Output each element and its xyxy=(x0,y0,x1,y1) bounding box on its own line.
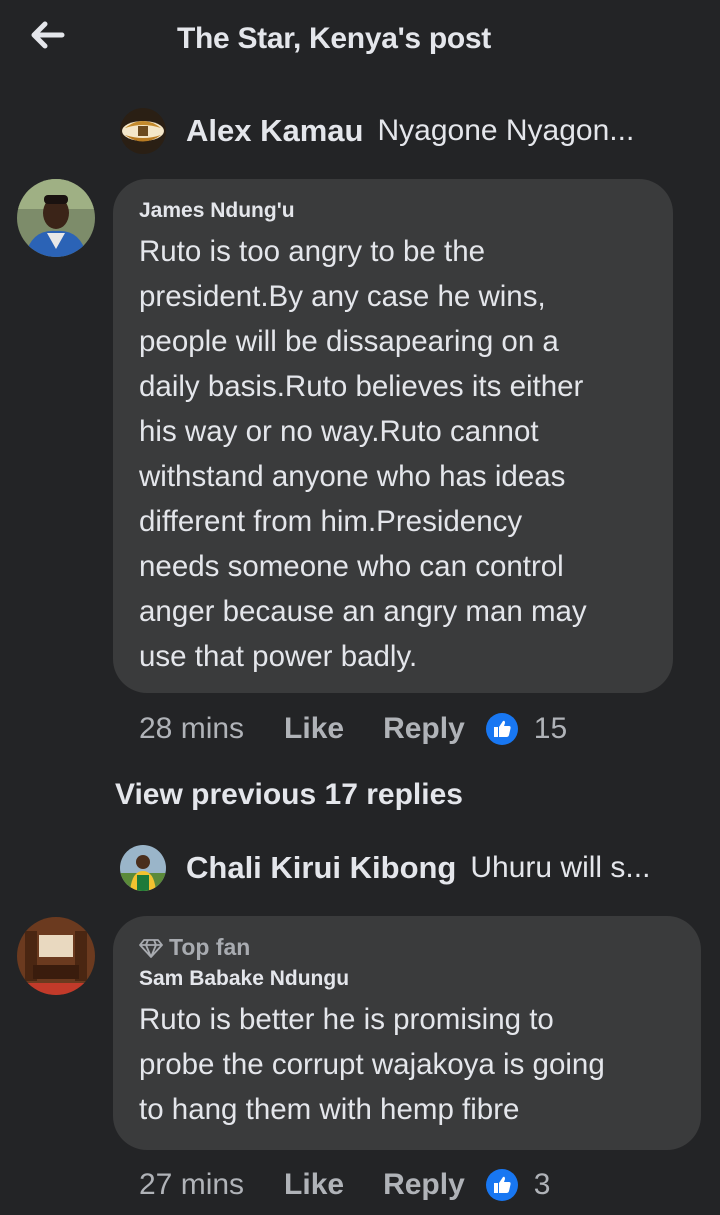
like-button[interactable]: Like xyxy=(284,1168,344,1202)
comment-timestamp[interactable]: 27 mins xyxy=(139,1168,244,1202)
comment-line: Ruto is too angry to be the xyxy=(139,235,486,268)
reply-button[interactable]: Reply xyxy=(383,1168,465,1202)
comment-line: use that power badly. xyxy=(139,640,418,673)
reply-preview[interactable]: Alex Kamau Nyagone Nyagon... xyxy=(120,106,690,156)
comment-line: different from him.Presidency xyxy=(139,505,523,538)
comment-line: probe the corrupt wajakoya is going xyxy=(139,1048,605,1081)
reply-author-name[interactable]: Chali Kirui Kibong xyxy=(186,850,456,886)
diamond-icon xyxy=(139,938,163,958)
page-title: The Star, Kenya's post xyxy=(177,22,491,55)
reaction-count[interactable]: 3 xyxy=(534,1168,551,1202)
comment-timestamp[interactable]: 28 mins xyxy=(139,712,244,746)
thumbs-up-icon[interactable] xyxy=(485,1169,518,1201)
comment-bubble[interactable]: Top fan Sam Babake Ndungu Ruto is better… xyxy=(113,916,701,1150)
comment-bubble[interactable]: James Ndung'u Ruto is too angry to be th… xyxy=(113,179,673,693)
reply-snippet: Nyagone Nyagon... xyxy=(377,114,635,147)
view-previous-replies-link[interactable]: View previous 17 replies xyxy=(115,778,463,812)
comment-author[interactable]: James Ndung'u xyxy=(139,199,673,223)
comment-line: people will be dissapearing on a xyxy=(139,325,559,358)
avatar[interactable] xyxy=(17,917,95,995)
comment-line: daily basis.Ruto believes its either xyxy=(139,370,584,403)
comment-text: Ruto is better he is promising to probe … xyxy=(139,997,701,1132)
comment-line: his way or no way.Ruto cannot xyxy=(139,415,539,448)
comment-actions: 28 mins Like Reply 15 xyxy=(139,707,567,751)
avatar[interactable] xyxy=(120,108,166,154)
comment-line: withstand anyone who has ideas xyxy=(139,460,566,493)
back-button[interactable] xyxy=(22,16,72,58)
thumbs-up-icon[interactable] xyxy=(485,713,518,745)
comment-line: president.By any case he wins, xyxy=(139,280,546,313)
top-fan-badge: Top fan xyxy=(139,934,701,961)
top-bar: The Star, Kenya's post xyxy=(0,0,720,84)
avatar[interactable] xyxy=(17,179,95,257)
comment-line: to hang them with hemp fibre xyxy=(139,1093,520,1126)
comment-author[interactable]: Sam Babake Ndungu xyxy=(139,967,701,991)
reply-author-name[interactable]: Alex Kamau xyxy=(186,113,363,149)
comment-actions: 27 mins Like Reply 3 xyxy=(139,1163,550,1207)
like-button[interactable]: Like xyxy=(284,712,344,746)
top-fan-label: Top fan xyxy=(169,934,251,960)
avatar[interactable] xyxy=(120,845,166,891)
reply-preview[interactable]: Chali Kirui Kibong Uhuru will s... xyxy=(120,843,690,893)
arrow-left-icon xyxy=(29,21,65,54)
comment-text: Ruto is too angry to be the president.By… xyxy=(139,229,673,679)
reply-snippet: Uhuru will s... xyxy=(470,851,651,884)
comment-line: needs someone who can control xyxy=(139,550,564,583)
reply-button[interactable]: Reply xyxy=(383,712,465,746)
comment-line: anger because an angry man may xyxy=(139,595,587,628)
comment-line: Ruto is better he is promising to xyxy=(139,1003,554,1036)
reaction-count[interactable]: 15 xyxy=(534,712,567,746)
